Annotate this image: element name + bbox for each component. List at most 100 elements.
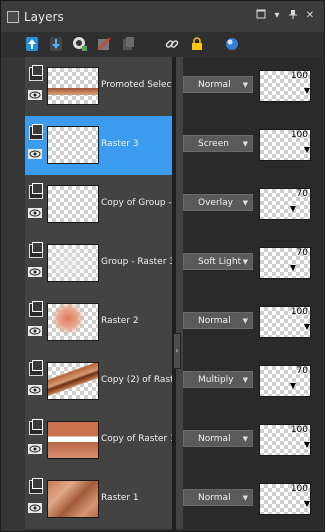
layer-group-toggle-icon[interactable] — [29, 242, 43, 258]
layer-info[interactable]: Raster 2 — [25, 293, 173, 352]
blend-mode-select[interactable]: Soft Light ▼ — [183, 253, 253, 270]
chevron-down-icon: ▼ — [242, 435, 248, 443]
layer-info[interactable]: Raster 1 — [25, 470, 173, 529]
close-icon[interactable]: ✕ — [303, 9, 317, 23]
layers-panel: Layers ▾ ✕ Promoted Selec Normal ▼ 100 R… — [0, 0, 325, 532]
layer-name: Copy of Group - Raster 3 — [101, 198, 173, 208]
title-bar: Layers ▾ ✕ — [1, 1, 324, 32]
new-mask-icon[interactable] — [71, 35, 89, 53]
opacity-slider[interactable]: 70 — [259, 247, 311, 279]
layers-toolbar — [1, 32, 324, 58]
visibility-eye-icon[interactable] — [28, 503, 42, 513]
blend-mode-label: Normal — [198, 434, 231, 444]
link-layers-icon[interactable] — [163, 35, 181, 53]
visibility-eye-icon[interactable] — [28, 444, 42, 454]
layer-name: Promoted Selection — [101, 80, 173, 90]
layer-info[interactable]: Raster 3 — [25, 116, 173, 175]
opacity-value: 100 — [290, 484, 308, 494]
visibility-eye-icon[interactable] — [28, 208, 42, 218]
layer-name: Copy of Raster 1 — [101, 434, 173, 444]
visibility-eye-icon[interactable] — [28, 90, 42, 100]
layer-group-toggle-icon[interactable] — [29, 124, 43, 140]
opacity-marker[interactable] — [289, 383, 296, 389]
layer-name: Raster 2 — [101, 316, 139, 326]
opacity-marker[interactable] — [304, 88, 310, 94]
layer-thumbnail — [47, 480, 99, 518]
layer-thumbnail — [47, 421, 99, 459]
opacity-slider[interactable]: 100 — [259, 306, 311, 338]
duplicate-layer-icon[interactable] — [119, 35, 137, 53]
opacity-value: 100 — [290, 425, 308, 435]
layer-thumbnail — [47, 303, 99, 341]
layer-thumbnail — [47, 362, 99, 400]
opacity-marker[interactable] — [304, 147, 310, 153]
layer-properties-icon[interactable] — [223, 35, 241, 53]
blend-mode-select[interactable]: Normal ▼ — [183, 489, 253, 506]
visibility-eye-icon[interactable] — [28, 385, 42, 395]
layer-group-toggle-icon[interactable] — [29, 183, 43, 199]
layer-info[interactable]: Copy (2) of Raster 1 — [25, 352, 173, 411]
opacity-marker[interactable] — [289, 206, 296, 212]
opacity-slider[interactable]: 100 — [259, 129, 311, 161]
layer-name: Raster 1 — [101, 493, 139, 503]
lock-transparency-icon[interactable] — [188, 35, 206, 53]
blend-mode-select[interactable]: Screen ▼ — [183, 135, 253, 152]
blend-mode-select[interactable]: Normal ▼ — [183, 76, 253, 93]
blend-mode-select[interactable]: Overlay ▼ — [183, 194, 253, 211]
layer-info[interactable]: Promoted Selection — [25, 57, 173, 116]
chevron-down-icon: ▼ — [242, 199, 248, 207]
blend-mode-label: Normal — [198, 493, 231, 503]
blend-mode-label: Normal — [198, 316, 231, 326]
opacity-slider[interactable]: 70 — [259, 188, 311, 220]
layer-group-toggle-icon[interactable] — [29, 419, 43, 435]
opacity-marker[interactable] — [304, 501, 310, 507]
layer-properties: Soft Light ▼ 70 — [183, 234, 323, 293]
opacity-slider[interactable]: 100 — [259, 70, 311, 102]
pin-icon[interactable] — [286, 9, 300, 23]
chevron-down-icon: ▼ — [242, 81, 248, 89]
visibility-eye-icon[interactable] — [28, 326, 42, 336]
layer-properties: Normal ▼ 100 — [183, 293, 323, 352]
layer-group-toggle-icon[interactable] — [29, 478, 43, 494]
chevron-down-icon: ▼ — [242, 317, 248, 325]
layer-properties: Normal ▼ 100 — [183, 411, 323, 470]
panel-icon — [7, 11, 19, 23]
blend-mode-select[interactable]: Normal ▼ — [183, 312, 253, 329]
layer-info[interactable]: Copy of Raster 1 — [25, 411, 173, 470]
layer-info[interactable]: Copy of Group - Raster 3 — [25, 175, 173, 234]
delete-layer-icon[interactable] — [95, 35, 113, 53]
restore-icon[interactable] — [254, 9, 268, 23]
opacity-slider[interactable]: 100 — [259, 424, 311, 456]
chevron-down-icon: ▼ — [242, 494, 248, 502]
layer-thumbnail — [47, 126, 99, 164]
blend-mode-select[interactable]: Multiply ▼ — [183, 371, 253, 388]
layer-properties: Normal ▼ 100 — [183, 470, 323, 529]
chevron-down-icon: ▼ — [242, 376, 248, 384]
layer-properties: Screen ▼ 100 — [183, 116, 323, 175]
blend-mode-select[interactable]: Normal ▼ — [183, 430, 253, 447]
layer-info[interactable]: Group - Raster 3 — [25, 234, 173, 293]
opacity-marker[interactable] — [304, 324, 310, 330]
new-raster-layer-icon[interactable] — [23, 35, 41, 53]
layer-group-toggle-icon[interactable] — [29, 301, 43, 317]
opacity-marker[interactable] — [289, 265, 296, 271]
panel-splitter[interactable]: › — [173, 333, 181, 369]
layer-thumbnail — [47, 67, 99, 105]
blend-mode-label: Overlay — [198, 198, 233, 208]
opacity-value: 100 — [290, 71, 308, 81]
opacity-value: 100 — [290, 130, 308, 140]
opacity-slider[interactable]: 70 — [259, 365, 311, 397]
dropdown-icon[interactable]: ▾ — [270, 9, 284, 23]
layer-group-toggle-icon[interactable] — [29, 360, 43, 376]
column-divider — [172, 57, 176, 531]
visibility-eye-icon[interactable] — [28, 149, 42, 159]
new-vector-layer-icon[interactable] — [47, 35, 65, 53]
layer-name: Raster 3 — [101, 139, 139, 149]
layer-thumbnail — [47, 185, 99, 223]
visibility-eye-icon[interactable] — [28, 267, 42, 277]
chevron-down-icon: ▼ — [242, 140, 248, 148]
opacity-marker[interactable] — [304, 442, 310, 448]
opacity-slider[interactable]: 100 — [259, 483, 311, 515]
blend-mode-label: Multiply — [198, 375, 234, 385]
layer-group-toggle-icon[interactable] — [29, 65, 43, 81]
